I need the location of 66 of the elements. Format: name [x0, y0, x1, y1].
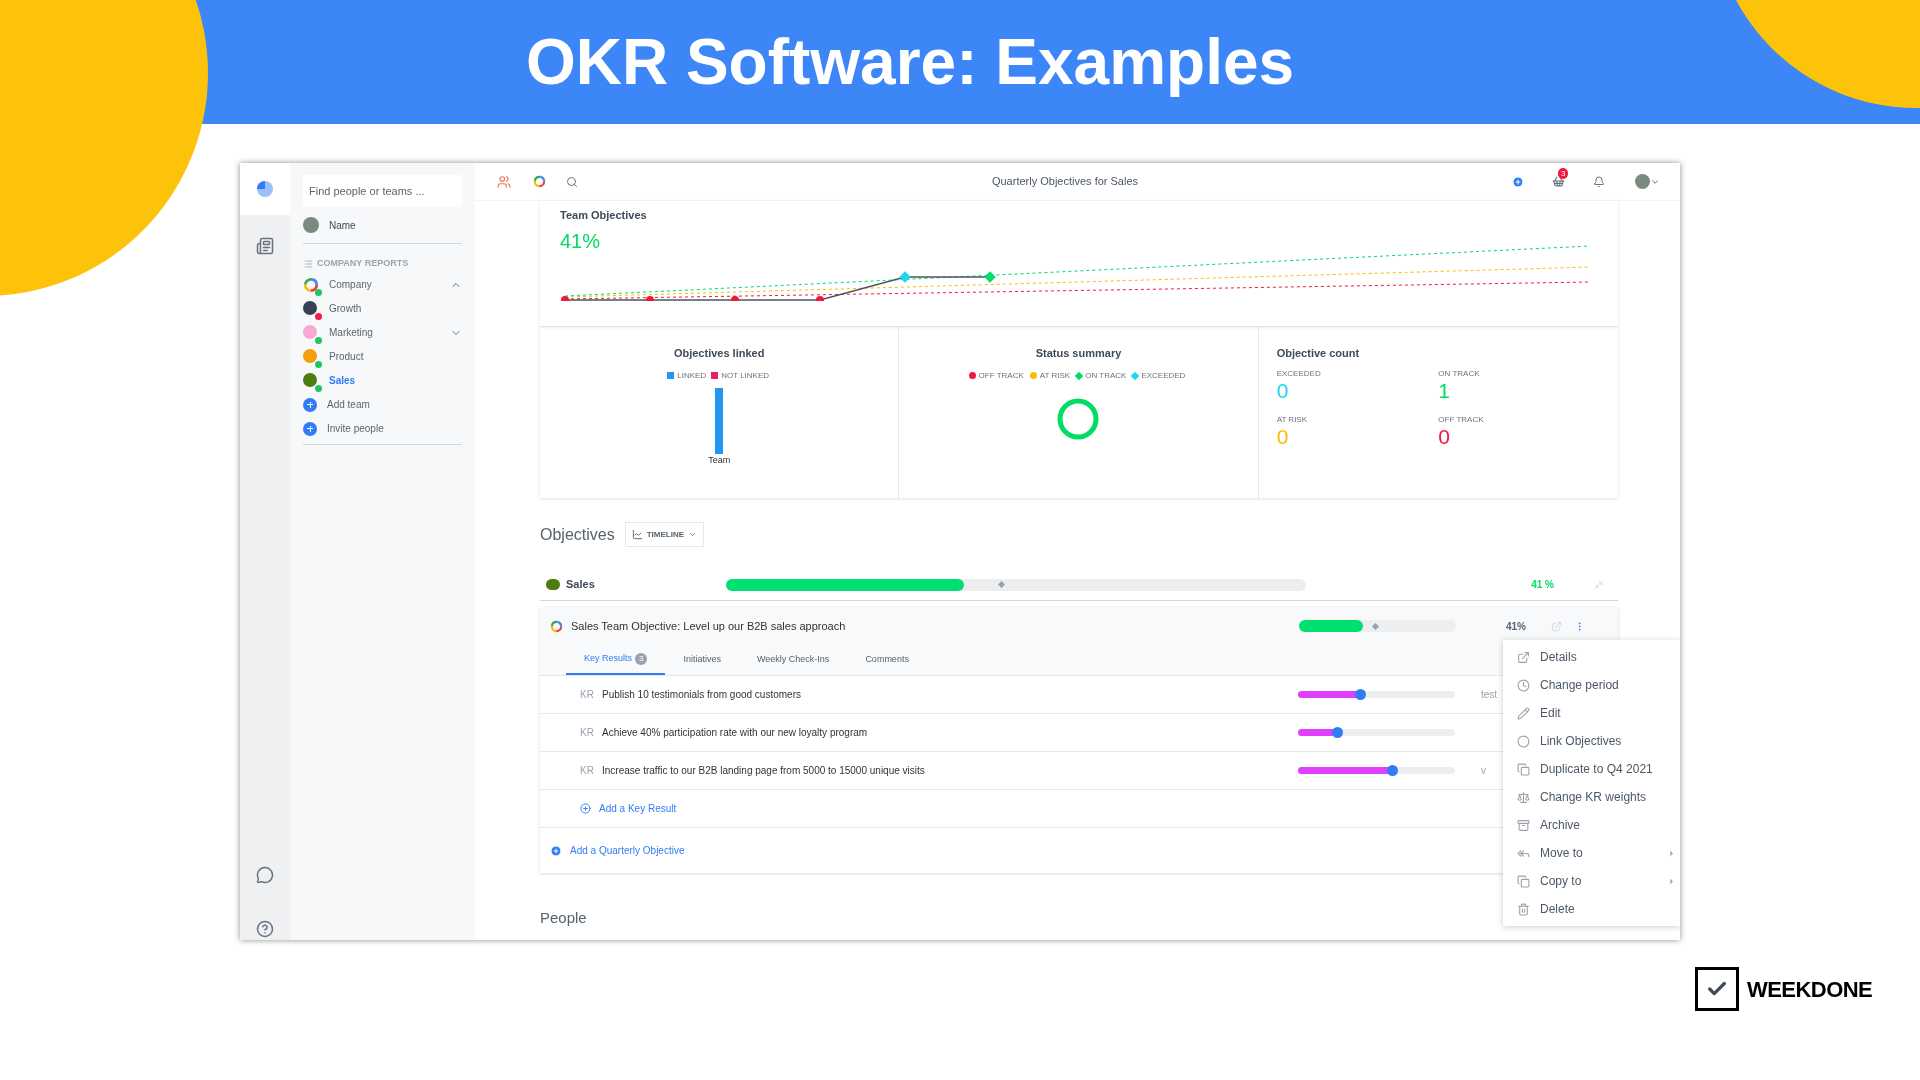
count-label: AT RISK — [1276, 413, 1309, 426]
kr-label: KR — [580, 688, 595, 702]
kr-label: KR — [580, 764, 595, 778]
section-heading: Objectives — [540, 524, 615, 545]
team-name[interactable]: Sales — [566, 576, 726, 593]
count-value: 0 — [1276, 425, 1290, 448]
count-value: 0 — [1276, 379, 1290, 402]
key-result-text[interactable]: Achieve 40% participation rate with our new loyalty program — [602, 725, 1298, 740]
tab[interactable]: Initiatives — [665, 645, 739, 675]
bar-label: Team — [708, 453, 731, 467]
sidebar-action[interactable]: Add team — [303, 395, 462, 414]
menu-item[interactable]: Link Objectives — [1503, 727, 1680, 755]
progress-value: 41% — [560, 228, 602, 254]
progress-percent: 41 % — [1531, 578, 1554, 592]
legend-label: AT RISK — [1039, 369, 1071, 382]
add-key-result-link[interactable]: Add a Key Result — [599, 801, 677, 816]
menu-item[interactable]: Delete — [1503, 895, 1680, 923]
team-item[interactable]: Product — [303, 347, 462, 366]
team-item[interactable]: Marketing — [303, 323, 462, 342]
notification-badge: 3 — [1558, 168, 1569, 179]
menu-item[interactable]: Change KR weights — [1503, 783, 1680, 811]
count-label: OFF TRACK — [1438, 413, 1485, 426]
panel-title: Objective count — [1276, 347, 1360, 359]
kr-note: test — [1481, 688, 1498, 702]
team-item[interactable]: Company — [303, 275, 462, 294]
tab[interactable]: Key Results 3 — [566, 645, 666, 675]
menu-item[interactable]: Move to — [1503, 839, 1680, 867]
count-label: EXCEEDED — [1276, 367, 1322, 380]
menu-item[interactable]: Copy to — [1503, 867, 1680, 895]
count-label: ON TRACK — [1438, 367, 1481, 380]
key-result-text[interactable]: Publish 10 testimonials from good customers — [602, 687, 1298, 702]
panel-title: Status summary — [1035, 346, 1122, 361]
logo-text: WEEKDONE — [1747, 975, 1873, 1004]
timeline-dropdown[interactable]: TIMELINE — [624, 522, 705, 547]
count-badge: 3 — [635, 653, 648, 665]
legend-label: NOT LINKED — [721, 369, 770, 382]
objective-title[interactable]: Sales Team Objective: Level up our B2B sales approach — [571, 617, 1299, 635]
team-item[interactable]: Growth — [303, 299, 462, 318]
team-item[interactable]: Sales — [303, 371, 462, 390]
sidebar-action[interactable]: Invite people — [303, 419, 462, 438]
section-heading: COMPANY REPORTS — [317, 257, 409, 270]
banner-title: OKR Software: Examples — [525, 25, 1295, 100]
user-name[interactable]: Name — [329, 217, 356, 233]
add-objective-link[interactable]: Add a Quarterly Objective — [570, 843, 685, 858]
kr-note: v — [1481, 764, 1486, 778]
menu-item[interactable]: Details — [1503, 643, 1680, 671]
legend-label: OFF TRACK — [978, 369, 1024, 382]
search-field[interactable]: Find people or teams ... — [303, 175, 462, 207]
tab[interactable]: Comments — [847, 645, 927, 675]
panel-title: Objectives linked — [673, 346, 765, 361]
section-heading: People — [540, 908, 587, 928]
legend-label: LINKED — [677, 369, 707, 382]
progress-percent: 41% — [1506, 619, 1526, 634]
kr-label: KR — [580, 726, 595, 740]
card-title: Team Objectives — [560, 208, 648, 223]
page-title: Quarterly Objectives for Sales — [991, 175, 1139, 188]
legend-label: EXCEEDED — [1141, 369, 1186, 382]
key-result-text[interactable]: Increase traffic to our B2B landing page from 5000 to 15000 unique visits — [602, 763, 1298, 778]
menu-item[interactable]: Edit — [1503, 699, 1680, 727]
menu-item[interactable]: Archive — [1503, 811, 1680, 839]
count-value: 1 — [1438, 379, 1451, 402]
legend-label: ON TRACK — [1085, 369, 1127, 382]
menu-item[interactable]: Duplicate to Q4 2021 — [1503, 755, 1680, 783]
tab[interactable]: Weekly Check-Ins — [739, 645, 848, 675]
menu-item[interactable]: Change period — [1503, 671, 1680, 699]
count-value: 0 — [1438, 425, 1451, 448]
